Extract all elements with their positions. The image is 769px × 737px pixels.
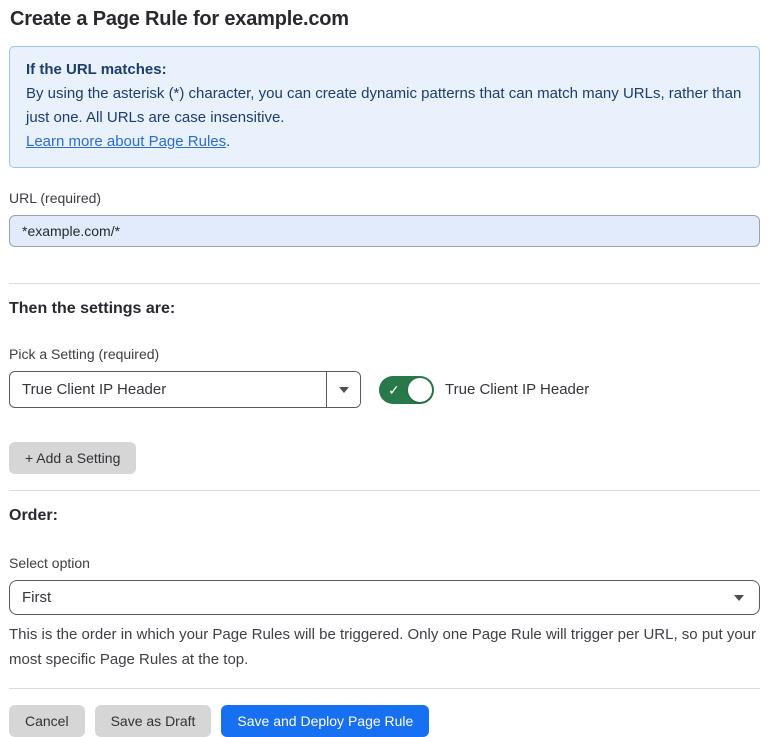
order-section-heading: Order:	[9, 507, 760, 525]
save-draft-button[interactable]: Save as Draft	[95, 705, 212, 737]
add-setting-button[interactable]: + Add a Setting	[9, 442, 136, 474]
check-icon: ✓	[388, 383, 400, 397]
footer-actions: Cancel Save as Draft Save and Deploy Pag…	[9, 705, 760, 737]
info-box-heading: If the URL matches:	[26, 58, 743, 82]
save-deploy-button[interactable]: Save and Deploy Page Rule	[221, 705, 429, 737]
learn-more-link[interactable]: Learn more about Page Rules	[26, 133, 226, 150]
order-select[interactable]: First	[9, 580, 760, 615]
true-client-ip-toggle[interactable]: ✓	[379, 376, 434, 404]
settings-section-heading: Then the settings are:	[9, 300, 760, 318]
info-box-link-line: Learn more about Page Rules.	[26, 130, 743, 154]
divider	[9, 283, 760, 284]
url-label: URL (required)	[9, 190, 760, 206]
order-select-label: Select option	[9, 555, 760, 571]
page-rule-form: Create a Page Rule for example.com If th…	[0, 0, 769, 737]
toggle-label: True Client IP Header	[445, 381, 589, 398]
info-box-body: By using the asterisk (*) character, you…	[26, 82, 743, 130]
order-help-text: This is the order in which your Page Rul…	[9, 622, 760, 672]
url-input[interactable]	[9, 215, 760, 247]
divider	[9, 688, 760, 689]
order-select-value: First	[22, 589, 51, 606]
chevron-down-icon	[339, 387, 349, 393]
chevron-down-icon	[734, 595, 744, 601]
toggle-knob	[408, 378, 432, 402]
divider	[9, 490, 760, 491]
cancel-button[interactable]: Cancel	[9, 705, 85, 737]
pick-setting-label: Pick a Setting (required)	[9, 346, 760, 362]
setting-row: True Client IP Header ✓ True Client IP H…	[9, 371, 760, 408]
setting-select[interactable]: True Client IP Header	[9, 371, 361, 408]
link-period: .	[226, 133, 230, 150]
page-title: Create a Page Rule for example.com	[10, 8, 760, 31]
setting-select-value: True Client IP Header	[10, 372, 326, 407]
setting-select-arrow-button[interactable]	[326, 372, 360, 407]
url-match-info-box: If the URL matches: By using the asteris…	[9, 46, 760, 168]
